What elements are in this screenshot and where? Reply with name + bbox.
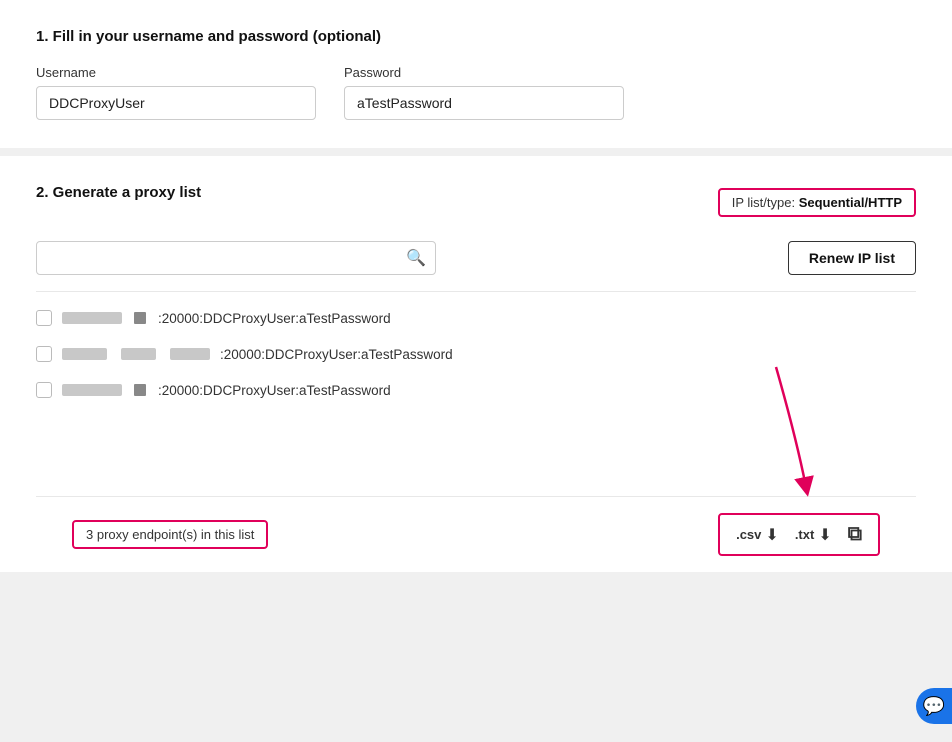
username-label: Username <box>36 65 316 80</box>
renew-ip-list-button[interactable]: Renew IP list <box>788 241 916 275</box>
username-group: Username <box>36 65 316 120</box>
txt-label: .txt <box>795 527 815 542</box>
txt-download-icon: ⬇ <box>818 525 831 545</box>
txt-download-button[interactable]: .txt ⬇ <box>795 525 832 545</box>
endpoint-count-badge: 3 proxy endpoint(s) in this list <box>72 520 268 549</box>
section2-title: 2. Generate a proxy list <box>36 184 201 201</box>
ip-blur-2a <box>62 348 107 360</box>
section1-title: 1. Fill in your username and password (o… <box>36 28 916 45</box>
csv-download-button[interactable]: .csv ⬇ <box>736 525 779 545</box>
section2-header: 2. Generate a proxy list IP list/type: S… <box>36 184 916 221</box>
proxy-row: :20000:DDCProxyUser:aTestPassword <box>36 300 916 336</box>
proxy-checkbox[interactable] <box>36 346 52 362</box>
proxy-row: :20000:DDCProxyUser:aTestPassword <box>36 336 916 372</box>
section-credentials: 1. Fill in your username and password (o… <box>0 0 952 148</box>
ip-blur-2b <box>121 348 156 360</box>
proxy-text-3: :20000:DDCProxyUser:aTestPassword <box>158 383 391 398</box>
credentials-fields: Username Password <box>36 65 916 120</box>
copy-button[interactable]: ⧉ <box>848 523 862 546</box>
csv-download-icon: ⬇ <box>765 525 778 545</box>
search-bar-row: 🔍 Renew IP list <box>36 241 916 292</box>
search-input[interactable] <box>36 241 436 275</box>
chat-icon: 💬 <box>923 696 945 717</box>
proxy-list: :20000:DDCProxyUser:aTestPassword :20000… <box>36 292 916 416</box>
password-input[interactable] <box>344 86 624 120</box>
proxy-checkbox[interactable] <box>36 310 52 326</box>
password-label: Password <box>344 65 624 80</box>
csv-label: .csv <box>736 527 761 542</box>
proxy-text-1: :20000:DDCProxyUser:aTestPassword <box>158 311 391 326</box>
ip-blur-3a <box>62 384 122 396</box>
ip-square-1 <box>134 312 146 324</box>
proxy-text-2: :20000:DDCProxyUser:aTestPassword <box>220 347 453 362</box>
export-group: .csv ⬇ .txt ⬇ ⧉ <box>718 513 880 556</box>
ip-list-label: IP list/type: <box>732 195 795 210</box>
ip-square-3 <box>134 384 146 396</box>
ip-list-value: Sequential/HTTP <box>799 195 902 210</box>
section-proxy-list: 2. Generate a proxy list IP list/type: S… <box>0 156 952 572</box>
proxy-row: :20000:DDCProxyUser:aTestPassword <box>36 372 916 408</box>
search-icon: 🔍 <box>406 248 426 268</box>
copy-icon: ⧉ <box>848 523 862 546</box>
section2-inner: 2. Generate a proxy list IP list/type: S… <box>0 156 952 572</box>
username-input[interactable] <box>36 86 316 120</box>
ip-blur-1a <box>62 312 122 324</box>
bottom-bar: 3 proxy endpoint(s) in this list .csv ⬇ … <box>36 496 916 572</box>
search-wrapper: 🔍 <box>36 241 436 275</box>
chat-bubble[interactable]: 💬 <box>916 688 952 724</box>
proxy-checkbox[interactable] <box>36 382 52 398</box>
ip-list-badge: IP list/type: Sequential/HTTP <box>718 188 916 217</box>
password-group: Password <box>344 65 624 120</box>
ip-blur-2c <box>170 348 210 360</box>
